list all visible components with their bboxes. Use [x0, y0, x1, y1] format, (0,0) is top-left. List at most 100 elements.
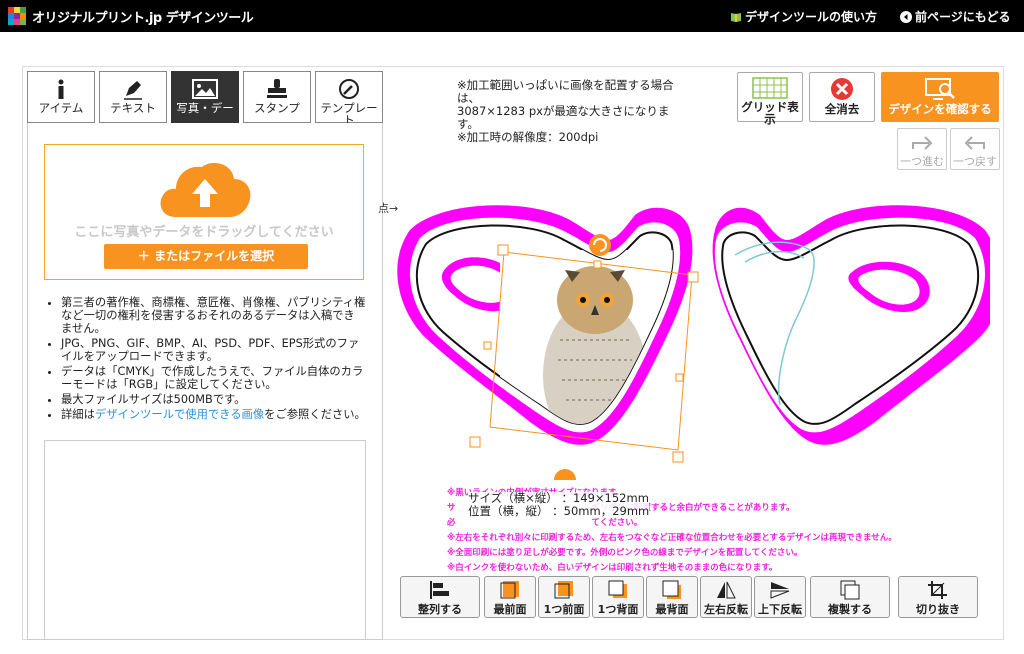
guide-link-label: デザインツールの使い方	[745, 10, 878, 24]
bring-front-button[interactable]: 最前面	[484, 576, 536, 618]
warning-3: 必 てください。	[447, 518, 643, 528]
upload-notes: 第三者の著作権、商標権、意匠権、肖像権、パブリシティ権など一切の権利を侵害するお…	[44, 296, 366, 423]
duplicate-icon	[840, 580, 860, 600]
back-link[interactable]: 前ページにもどる	[900, 8, 1011, 25]
align-label: 整列する	[418, 603, 462, 616]
clear-all-label: 全消去	[824, 102, 860, 116]
mask-right-panel[interactable]	[712, 205, 990, 445]
select-file-button[interactable]: ＋ またはファイルを選択	[104, 244, 308, 269]
grid-icon	[752, 77, 788, 99]
send-backward-button[interactable]: 1つ背面	[592, 576, 644, 618]
back-link-label: 前ページにもどる	[915, 10, 1011, 24]
logo-icon	[8, 7, 26, 25]
tab-item[interactable]: アイテム	[27, 71, 95, 123]
confirm-design-button[interactable]: デザインを確認する	[881, 72, 999, 122]
resize-handle-e[interactable]	[675, 373, 684, 382]
duplicate-label: 複製する	[828, 603, 872, 616]
resize-handle-sw[interactable]	[469, 436, 481, 448]
align-icon	[430, 581, 449, 599]
design-canvas[interactable]	[380, 190, 990, 480]
flip-vertical-button[interactable]: 上下反転	[754, 576, 806, 618]
warning-4: ※左右をそれぞれ別々に印刷するため、左右をつなぐなど正確な位置合わせを必要とする…	[447, 533, 897, 543]
info-icon	[58, 79, 64, 99]
note-details: 詳細はデザインツールで使用できる画像をご参照ください。	[61, 408, 366, 421]
flip-horizontal-label: 左右反転	[704, 603, 748, 616]
back-circle-icon	[900, 10, 912, 23]
flip-vertical-icon	[770, 582, 790, 599]
crop-label: 切り抜き	[916, 603, 960, 616]
rotate-handle-icon[interactable]	[589, 234, 611, 256]
trash-icon[interactable]	[554, 469, 576, 480]
flip-horizontal-button[interactable]: 左右反転	[700, 576, 752, 618]
resize-handle-ne[interactable]	[687, 271, 699, 283]
grid-toggle-label: グリッド表示	[741, 100, 799, 126]
note-filesize: 最大ファイルサイズは500MBです。	[61, 393, 366, 406]
stamp-icon	[267, 79, 287, 98]
send-back-icon	[662, 580, 681, 599]
confirm-design-label: デザインを確認する	[888, 102, 992, 116]
resize-handle-se[interactable]	[672, 451, 684, 463]
monitor-search-icon	[925, 78, 955, 100]
cloud-upload-icon	[160, 163, 251, 217]
send-back-button[interactable]: 最背面	[646, 576, 698, 618]
redo-button[interactable]: 一つ進む	[897, 128, 947, 170]
tab-text[interactable]: テキスト	[99, 71, 167, 123]
position-label: 位置（横，縦）	[468, 504, 549, 518]
tab-photo[interactable]: 写真・デー	[171, 71, 239, 123]
top-bar: オリジナルプリント.jp デザインツール デザインツールの使い方 前ページにもど…	[0, 0, 1024, 32]
tab-stamp-label: スタンプ	[254, 101, 300, 115]
bring-forward-icon	[554, 581, 573, 599]
undo-icon	[964, 136, 985, 150]
tab-text-label: テキスト	[110, 101, 156, 115]
guide-link[interactable]: デザインツールの使い方	[730, 8, 877, 25]
undo-button[interactable]: 一つ戻す	[950, 128, 1000, 170]
resize-handle-n[interactable]	[593, 260, 602, 269]
crop-button[interactable]: 切り抜き	[898, 576, 978, 618]
warning-5: ※全面印刷には塗り足しが必要です。外側のピンク色の線までデザインを配置してくださ…	[447, 548, 803, 558]
redo-icon	[912, 136, 933, 150]
resize-handle-nw[interactable]	[497, 244, 509, 256]
close-circle-icon	[831, 78, 853, 100]
size-label: サイズ（横×縦）	[468, 491, 558, 505]
dropzone-text: ここに写真やデータをドラッグしてください	[74, 225, 334, 240]
print-info: ※加工範囲いっぱいに画像を配置する場合は、 3087×1283 pxが最適な大き…	[457, 79, 687, 144]
tab-item-label: アイテム	[38, 101, 84, 115]
usable-images-link[interactable]: デザインツールで使用できる画像	[95, 408, 264, 421]
position-value: ：50mm，29mm	[552, 504, 650, 518]
note-formats: JPG、PNG、GIF、BMP、AI、PSD、PDF、EPS形式のファイルをアッ…	[61, 337, 366, 363]
flip-vertical-label: 上下反転	[758, 603, 802, 616]
clear-all-button[interactable]: 全消去	[809, 72, 875, 122]
note-copyright: 第三者の著作権、商標権、意匠権、肖像権、パブリシティ権など一切の権利を侵害するお…	[61, 296, 366, 335]
upload-dropzone[interactable]: ここに写真やデータをドラッグしてください ＋ またはファイルを選択	[44, 144, 364, 280]
crop-icon	[928, 581, 947, 599]
info-line-1: ※加工範囲いっぱいに画像を配置する場合は、	[457, 78, 674, 105]
bring-front-label: 最前面	[493, 603, 527, 616]
send-back-label: 最背面	[655, 603, 689, 616]
duplicate-button[interactable]: 複製する	[810, 576, 890, 618]
tab-stamp[interactable]: スタンプ	[243, 71, 311, 123]
uploaded-images-list	[44, 440, 366, 640]
undo-label: 一つ戻す	[953, 155, 997, 168]
tab-photo-label: 写真・デー	[176, 101, 234, 115]
flip-horizontal-icon	[717, 581, 736, 599]
book-icon	[731, 12, 741, 22]
grid-toggle-button[interactable]: グリッド表示	[737, 72, 803, 126]
info-line-2: 3087×1283 pxが最適な大きさになります。	[457, 104, 670, 131]
send-backward-icon	[608, 580, 627, 598]
info-line-3: ※加工時の解像度：200dpi	[457, 130, 599, 144]
redo-label: 一つ進む	[900, 155, 944, 168]
size-value: ：149×152mm	[561, 491, 649, 505]
bring-forward-label: 1つ前面	[543, 603, 585, 616]
resize-handle-w[interactable]	[483, 341, 492, 350]
note-details-post: をご参照ください。	[264, 408, 366, 421]
image-icon	[192, 79, 218, 99]
note-colormode: データは「CMYK」で作成したうえで、ファイル自体のカラーモードは「RGB」に設…	[61, 365, 366, 391]
brand-title: オリジナルプリント.jp デザインツール	[32, 11, 254, 26]
tab-template[interactable]: テンプレー ト	[315, 71, 383, 126]
warning-6: ※白インクを使わないため、白いデザインは印刷されず生地そのままの色になります。	[447, 563, 778, 573]
pen-icon	[124, 81, 142, 100]
bring-front-icon	[500, 581, 519, 599]
bring-forward-button[interactable]: 1つ前面	[538, 576, 590, 618]
note-details-pre: 詳細は	[61, 408, 95, 421]
align-button[interactable]: 整列する	[400, 576, 480, 618]
